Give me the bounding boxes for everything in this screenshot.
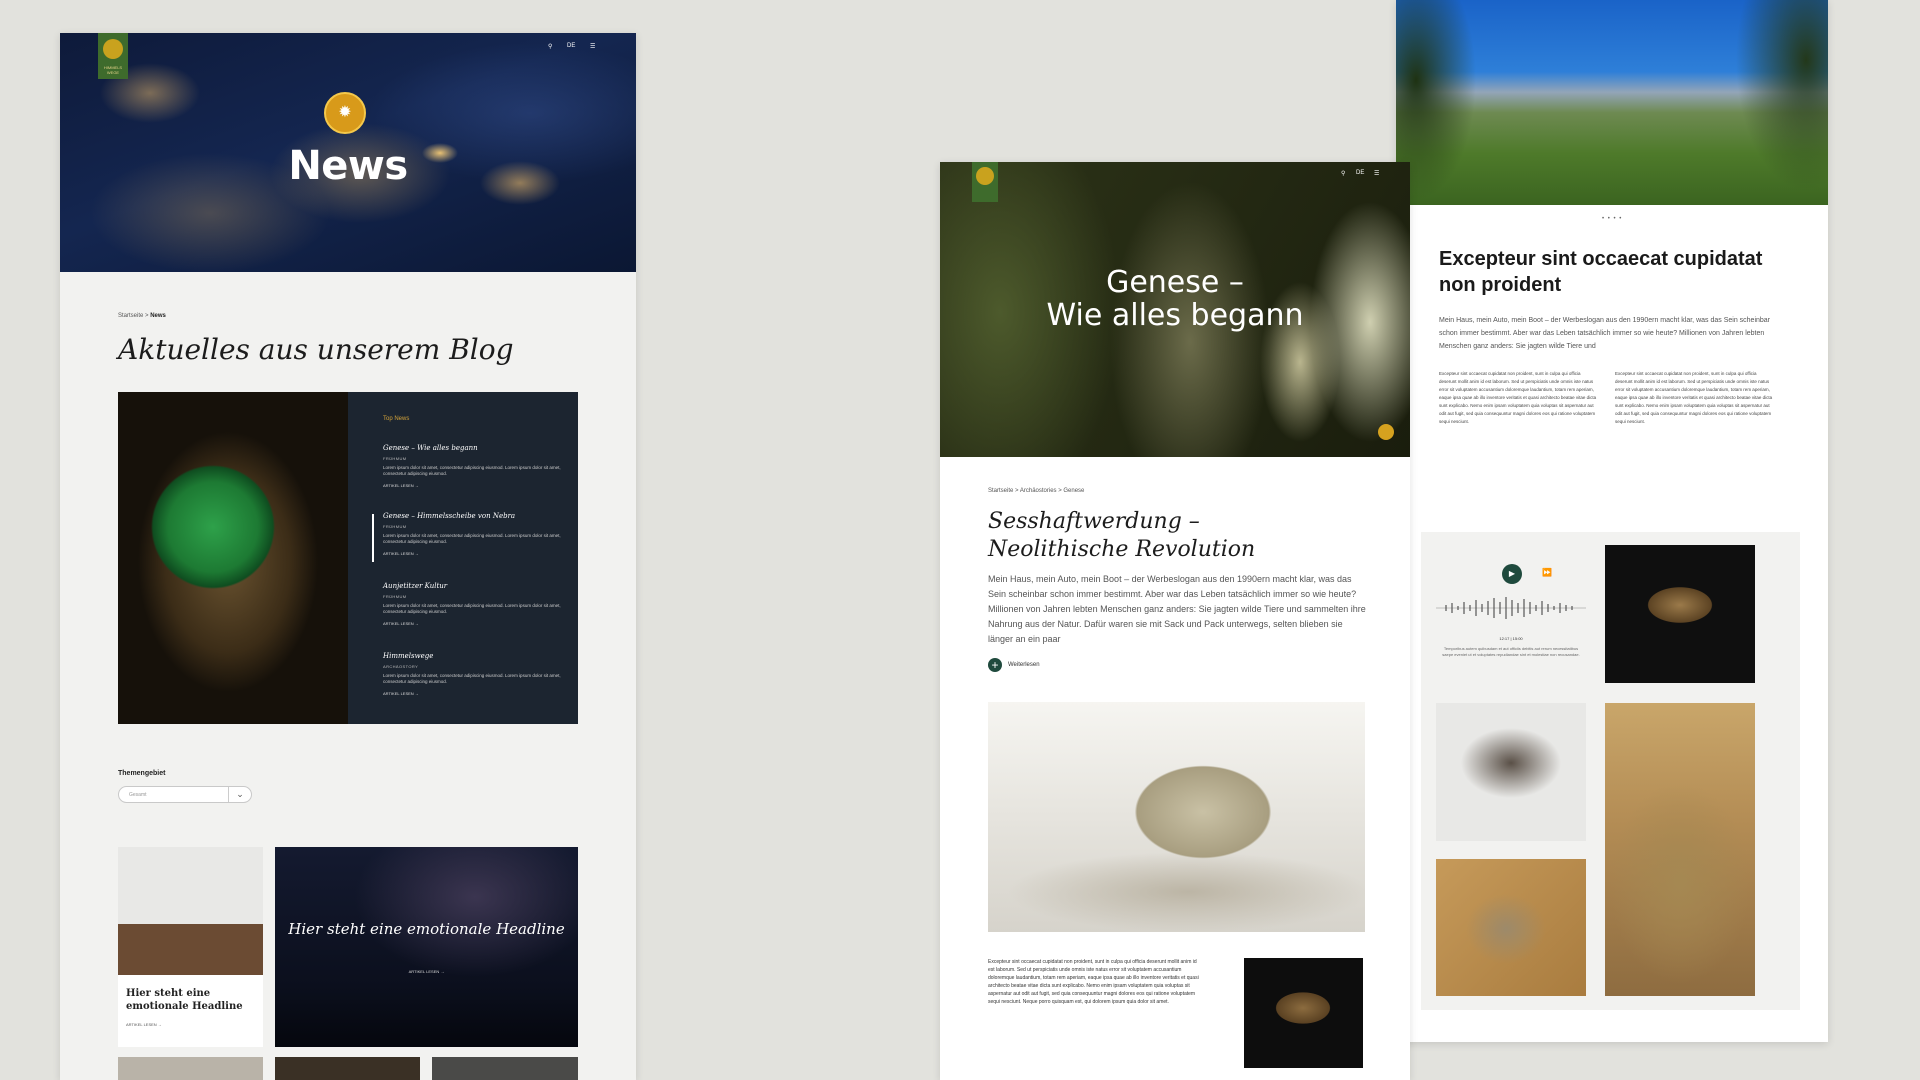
article-thumb[interactable] — [275, 1057, 420, 1080]
article-thumb[interactable] — [118, 1057, 263, 1080]
nebra-disc-image — [118, 392, 348, 724]
item-title: Genese – Himmelsscheibe von Nebra — [383, 512, 516, 520]
logo-disc-icon — [976, 167, 994, 185]
mountain-image — [1396, 0, 1828, 205]
plus-icon[interactable]: + — [988, 658, 1002, 672]
logo-text: HIMMELS WEGE — [103, 65, 123, 75]
menu-icon[interactable]: ☰ — [1374, 170, 1379, 177]
page-title: News — [288, 143, 408, 189]
news-page: HIMMELS WEGE ⚲ DE ☰ ✹ News Startseite > … — [60, 33, 636, 1080]
article-card-featured[interactable]: Hier steht eine emotionale Headline ARTI… — [275, 847, 578, 1047]
item-desc: Lorem ipsum dolor sit amet, consectetur … — [383, 465, 561, 476]
top-news-item[interactable]: Aunjetitzer Kultur FRÜHMUM Lorem ipsum d… — [383, 582, 563, 626]
item-desc: Lorem ipsum dolor sit amet, consectetur … — [383, 603, 561, 614]
item-title: Aunjetitzer Kultur — [383, 582, 448, 590]
audio-player: ▶ ⏩ 12:17 | 15:00 Temporibus autem quibu… — [1436, 544, 1586, 679]
sofa-image — [118, 847, 263, 975]
gallery-bowl-image[interactable] — [1605, 545, 1755, 683]
read-link[interactable]: ARTIKEL LESEN → — [383, 621, 563, 626]
item-desc: Lorem ipsum dolor sit amet, consectetur … — [383, 533, 561, 544]
logo-disc-icon — [103, 39, 123, 59]
menu-icon[interactable]: ☰ — [590, 43, 595, 50]
card-title: Hier steht eine emotionale Headline — [288, 920, 565, 938]
card-title: Hier steht eine emotionale Headline — [126, 988, 243, 1012]
audio-time: 12:17 | 15:00 — [1499, 636, 1523, 641]
item-title: Genese – Wie alles begann — [383, 444, 478, 452]
active-indicator — [372, 514, 374, 562]
top-news-label: Top News — [383, 416, 410, 422]
bowl-thumbnail[interactable] — [1244, 958, 1363, 1068]
breadcrumb-home[interactable]: Startseite — [118, 313, 143, 319]
read-link[interactable]: ARTIKEL LESEN → — [275, 969, 578, 974]
article-card[interactable]: Hier steht eine emotionale Headline ARTI… — [118, 847, 263, 1047]
item-category: ARCHÄOSTORY — [383, 664, 419, 669]
top-news-teaser: Top News Genese – Wie alles begann FRÜHM… — [118, 392, 578, 724]
read-more-link[interactable]: Weiterlesen — [1008, 662, 1040, 668]
article-intro: Mein Haus, mein Auto, mein Boot – der We… — [1439, 317, 1771, 350]
audio-badge-icon[interactable] — [1378, 424, 1394, 440]
gallery-excavation-image[interactable] — [1605, 703, 1755, 996]
audio-caption: Temporibus autem quibusdam et aut offici… — [1442, 646, 1580, 657]
chevron-down-icon: ⌄ — [228, 787, 251, 802]
breadcrumb[interactable]: Startseite > Archäostories > Genese — [988, 488, 1084, 494]
play-icon[interactable]: ▶ — [1502, 564, 1522, 584]
item-category: FRÜHMUM — [383, 524, 407, 529]
text-column-left: Excepteur sint occaecat cupidatat non pr… — [1439, 371, 1597, 424]
title-line-2: Neolithische Revolution — [988, 537, 1256, 562]
read-link[interactable]: ARTIKEL LESEN → — [126, 1022, 162, 1027]
hero-title-line-2: Wie alles begann — [1046, 298, 1304, 333]
logo[interactable]: HIMMELS WEGE — [98, 33, 128, 79]
hero-title: Genese – Wie alles begann — [940, 266, 1410, 332]
text-column-right: Excepteur sint occaecat cupidatat non pr… — [1615, 371, 1773, 424]
top-news-item[interactable]: Genese – Wie alles begann FRÜHMUM Lorem … — [383, 444, 563, 488]
top-news-list: Top News Genese – Wie alles begann FRÜHM… — [348, 392, 578, 724]
breadcrumb-sep: > — [145, 313, 149, 319]
skip-forward-icon[interactable]: ⏩ — [1542, 568, 1552, 577]
gallery-aerial-image[interactable] — [1436, 859, 1586, 996]
media-gallery: ▶ ⏩ 12:17 | 15:00 Temporibus autem quibu… — [1421, 532, 1800, 1010]
article-title: Excepteur sint occaecat cupidatat non pr… — [1439, 248, 1763, 296]
filter-label: Themengebiet — [118, 770, 166, 777]
language-switch[interactable]: DE — [1356, 170, 1364, 176]
breadcrumb-current: News — [150, 313, 166, 319]
blog-heading: Aktuelles aus unserem Blog — [118, 333, 514, 366]
slider-dots[interactable]: • • • • — [1602, 216, 1622, 222]
top-news-item[interactable]: Himmelswege ARCHÄOSTORY Lorem ipsum dolo… — [383, 652, 563, 696]
item-category: FRÜHMUM — [383, 456, 407, 461]
article-thumb[interactable] — [432, 1057, 578, 1080]
article-body: Excepteur sint occaecat cupidatat non pr… — [988, 959, 1199, 1005]
gallery-tool-image[interactable] — [1436, 703, 1586, 841]
article-intro: Mein Haus, mein Auto, mein Boot – der We… — [988, 574, 1366, 644]
breadcrumb: Startseite > News — [118, 313, 166, 319]
language-switch[interactable]: DE — [567, 43, 575, 49]
select-value: Gesamt — [129, 792, 147, 798]
search-icon[interactable]: ⚲ — [548, 43, 552, 50]
read-link[interactable]: ARTIKEL LESEN → — [383, 691, 563, 696]
top-news-item[interactable]: Genese – Himmelsscheibe von Nebra FRÜHMU… — [383, 512, 563, 556]
item-category: FRÜHMUM — [383, 594, 407, 599]
read-link[interactable]: ARTIKEL LESEN → — [383, 551, 563, 556]
news-badge-icon: ✹ — [324, 92, 366, 134]
article-title: Sesshaftwerdung – Neolithische Revolutio… — [988, 508, 1255, 564]
item-desc: Lorem ipsum dolor sit amet, consectetur … — [383, 673, 561, 684]
title-line-1: Sesshaftwerdung – — [988, 509, 1200, 534]
read-link[interactable]: ARTIKEL LESEN → — [383, 483, 563, 488]
item-title: Himmelswege — [383, 652, 434, 660]
search-icon[interactable]: ⚲ — [1341, 170, 1345, 177]
topic-select[interactable]: Gesamt ⌄ — [118, 786, 252, 803]
article-page: ⚲ DE ☰ Genese – Wie alles begann Startse… — [940, 162, 1410, 1080]
article-page-gallery: • • • • Excepteur sint occaecat cupidata… — [1396, 0, 1828, 1042]
logo[interactable] — [972, 162, 998, 202]
grinding-stone-image — [988, 702, 1365, 932]
waveform[interactable] — [1436, 596, 1586, 620]
hero-title-line-1: Genese – — [1106, 265, 1244, 300]
